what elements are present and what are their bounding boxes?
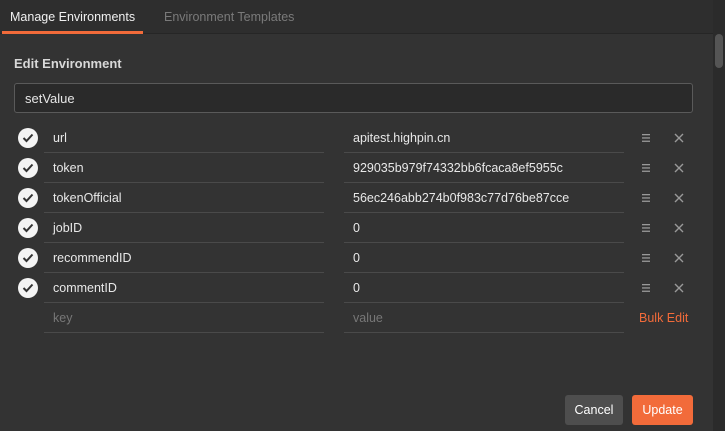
table-row: token 929035b979f74332bb6fcaca8ef5955c xyxy=(0,153,713,183)
tab-manage-environments[interactable]: Manage Environments xyxy=(2,0,144,34)
key-field[interactable]: jobID xyxy=(44,213,324,243)
close-icon[interactable] xyxy=(673,162,685,174)
value-field[interactable]: 0 xyxy=(344,213,624,243)
enable-checkbox[interactable] xyxy=(18,218,38,238)
checkmark-icon xyxy=(22,133,34,143)
bulk-edit-link[interactable]: Bulk Edit xyxy=(639,303,688,333)
table-row: jobID 0 xyxy=(0,213,713,243)
new-value-field[interactable]: value xyxy=(344,303,624,333)
menu-icon[interactable] xyxy=(640,222,652,234)
key-field[interactable]: recommendID xyxy=(44,243,324,273)
value-field[interactable]: 0 xyxy=(344,243,624,273)
key-field[interactable]: tokenOfficial xyxy=(44,183,324,213)
checkmark-icon xyxy=(22,163,34,173)
checkmark-icon xyxy=(22,253,34,263)
tab-environment-templates[interactable]: Environment Templates xyxy=(156,0,302,34)
key-field[interactable]: commentID xyxy=(44,273,324,303)
value-field[interactable]: apitest.highpin.cn xyxy=(344,123,624,153)
menu-icon[interactable] xyxy=(640,282,652,294)
table-row: tokenOfficial 56ec246abb274b0f983c77d76b… xyxy=(0,183,713,213)
environment-name-input[interactable] xyxy=(14,83,693,113)
close-icon[interactable] xyxy=(673,192,685,204)
new-key-field[interactable]: key xyxy=(44,303,324,333)
key-field[interactable]: url xyxy=(44,123,324,153)
cancel-button[interactable]: Cancel xyxy=(565,395,623,425)
checkmark-icon xyxy=(22,283,34,293)
close-icon[interactable] xyxy=(673,132,685,144)
checkmark-icon xyxy=(22,223,34,233)
table-row: url apitest.highpin.cn xyxy=(0,123,713,153)
enable-checkbox[interactable] xyxy=(18,158,38,178)
menu-icon[interactable] xyxy=(640,192,652,204)
enable-checkbox[interactable] xyxy=(18,278,38,298)
close-icon[interactable] xyxy=(673,222,685,234)
key-field[interactable]: token xyxy=(44,153,324,183)
tab-bar: Manage Environments Environment Template… xyxy=(0,0,713,34)
table-row: recommendID 0 xyxy=(0,243,713,273)
close-icon[interactable] xyxy=(673,252,685,264)
scrollbar-thumb[interactable] xyxy=(715,34,723,68)
enable-checkbox[interactable] xyxy=(18,188,38,208)
page-title: Edit Environment xyxy=(14,56,122,71)
menu-icon[interactable] xyxy=(640,132,652,144)
new-variable-row: key value Bulk Edit xyxy=(0,303,713,333)
enable-checkbox[interactable] xyxy=(18,248,38,268)
value-field[interactable]: 56ec246abb274b0f983c77d76be87cce xyxy=(344,183,624,213)
value-field[interactable]: 0 xyxy=(344,273,624,303)
enable-checkbox[interactable] xyxy=(18,128,38,148)
update-button[interactable]: Update xyxy=(632,395,693,425)
menu-icon[interactable] xyxy=(640,252,652,264)
checkmark-icon xyxy=(22,193,34,203)
table-row: commentID 0 xyxy=(0,273,713,303)
menu-icon[interactable] xyxy=(640,162,652,174)
close-icon[interactable] xyxy=(673,282,685,294)
scrollbar[interactable] xyxy=(713,0,725,431)
value-field[interactable]: 929035b979f74332bb6fcaca8ef5955c xyxy=(344,153,624,183)
